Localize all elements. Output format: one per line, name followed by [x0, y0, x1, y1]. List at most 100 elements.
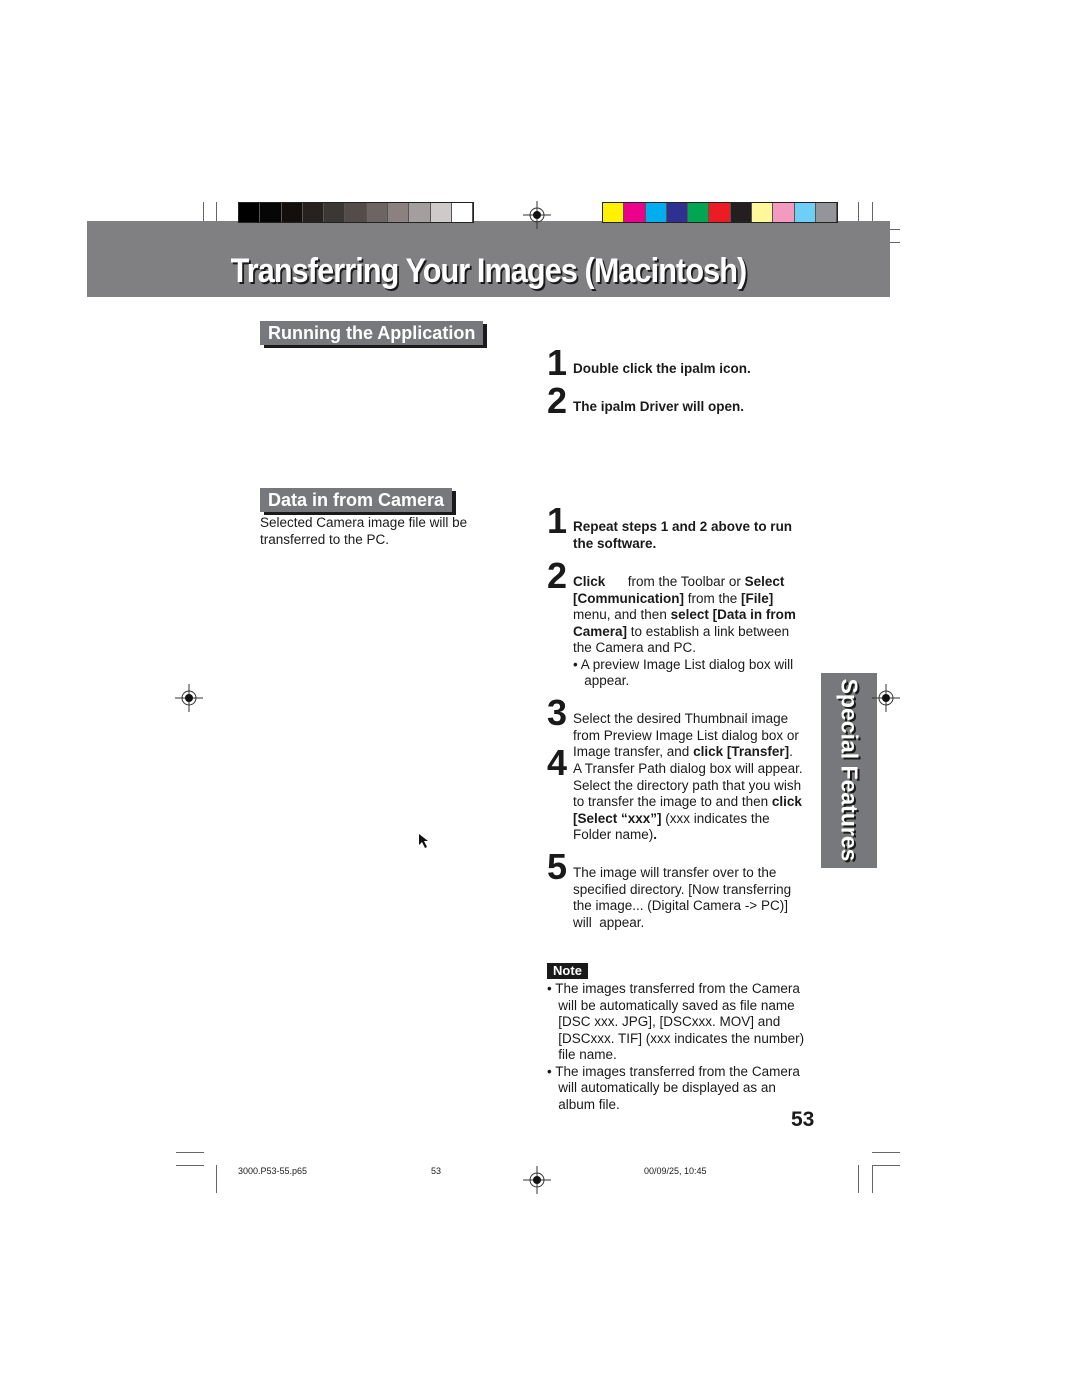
color-swatch	[624, 203, 646, 222]
mouse-cursor-icon	[419, 834, 428, 848]
text: to transfer the image to and then	[573, 794, 772, 809]
color-swatch	[451, 203, 474, 222]
text-line: Camera] to establish a link between	[573, 624, 796, 641]
text: • A preview Image List dialog box will	[573, 656, 794, 672]
color-swatch	[688, 203, 710, 222]
step-number: 3	[547, 692, 568, 733]
bold-text: The ipalm Driver will open.	[573, 399, 745, 414]
note-text: • The images transferred from the Camera…	[547, 981, 804, 1113]
color-swatch	[430, 203, 452, 222]
text: file name.	[547, 1047, 617, 1062]
text-line: [Select “xxx”] (xxx indicates the	[573, 811, 803, 828]
section-heading-running: Running the Application	[260, 321, 484, 345]
text-line: from Preview Image List dialog box or	[573, 728, 799, 745]
bold-text: click [Transfer]	[693, 744, 790, 759]
crop-mark	[216, 1165, 217, 1193]
text-line: Select the desired Thumbnail image	[573, 711, 799, 728]
process-color-bar	[602, 202, 839, 223]
text-line: The image will transfer over to the	[573, 865, 791, 882]
text: Image transfer, and	[573, 744, 694, 759]
page-title: Transferring Your Images (Macintosh)	[230, 252, 748, 290]
text: specified directory. [Now transferring	[573, 881, 792, 897]
color-swatch	[388, 203, 410, 222]
text-line: file name.	[547, 1047, 804, 1064]
color-swatch	[281, 203, 303, 222]
text-line: the Camera and PC.	[573, 640, 796, 657]
bold-text: click	[771, 794, 802, 809]
section-description: Selected Camera image file will be trans…	[260, 515, 467, 548]
text: from the Toolbar or	[605, 574, 745, 589]
text: The image will transfer over to the	[573, 865, 777, 880]
color-swatch	[239, 203, 261, 222]
color-swatch	[666, 203, 689, 222]
text-line: Folder name).	[573, 827, 803, 844]
text: • The images transferred from the Camera	[547, 981, 800, 996]
text-line: Double click the ipalm icon.	[573, 361, 751, 378]
grayscale-color-bar	[238, 202, 475, 223]
color-swatch	[815, 203, 838, 222]
step-text: Double click the ipalm icon.	[573, 361, 751, 378]
step-text: Select the desired Thumbnail image from P…	[573, 711, 799, 761]
page-number: 53	[791, 1108, 815, 1131]
text: will automatically be displayed as an	[547, 1080, 776, 1095]
text: from Preview Image List dialog box or	[573, 727, 799, 743]
bold-text: Camera]	[573, 623, 628, 639]
text: from the	[684, 590, 742, 606]
description-line: Selected Camera image file will be	[260, 515, 468, 530]
bold-text: Click	[573, 574, 606, 589]
crop-mark	[872, 1165, 900, 1166]
step-number: 1	[547, 342, 568, 383]
step-number: 2	[547, 555, 568, 596]
bold-text: Repeat steps 1 and 2 above to run	[573, 519, 793, 534]
bold-text: [Communication]	[573, 590, 684, 606]
text-line: appear.	[573, 673, 796, 690]
text-line: The ipalm Driver will open.	[573, 399, 744, 416]
crop-mark	[858, 1165, 859, 1193]
bold-text: the software.	[573, 535, 657, 551]
color-swatch	[345, 203, 367, 222]
step-text: Click from the Toolbar or Select [Communi…	[573, 574, 796, 690]
color-swatch	[752, 203, 774, 222]
text: the image... (Digital Camera -> PC)]	[573, 898, 788, 913]
text: Folder name)	[573, 827, 654, 842]
bold-text: Select	[744, 574, 785, 589]
crop-mark	[176, 1152, 204, 1153]
text-line: will appear.	[573, 915, 791, 932]
text-line: • The images transferred from the Camera	[547, 981, 804, 998]
note-label: Note	[547, 963, 588, 979]
text-line: Click from the Toolbar or Select	[573, 574, 796, 591]
bold-text: .	[653, 827, 658, 842]
text-line: [Communication] from the [File]	[573, 591, 796, 608]
text: appear.	[573, 673, 630, 688]
text: album file.	[547, 1096, 620, 1112]
text-line: Repeat steps 1 and 2 above to run	[573, 519, 792, 536]
description-line: transferred to the PC.	[260, 531, 390, 547]
text: the Camera and PC.	[573, 640, 697, 655]
crop-mark	[176, 1165, 204, 1166]
text-line: [DSCxxx. TIF] (xxx indicates the number)	[547, 1031, 804, 1048]
text: to establish a link between	[627, 623, 790, 639]
text-line: menu, and then select [Data in from	[573, 607, 796, 624]
text: menu, and then	[573, 607, 671, 622]
color-swatch	[645, 203, 667, 222]
color-swatch	[730, 203, 753, 222]
bold-text: select [Data in from	[670, 607, 796, 622]
text: • The images transferred from the Camera	[547, 1063, 800, 1079]
text-line: the image... (Digital Camera -> PC)]	[573, 898, 791, 915]
text-line: [DSC xxx. JPG], [DSCxxx. MOV] and	[547, 1014, 804, 1031]
text-line: • The images transferred from the Camera	[547, 1064, 804, 1081]
text-line: will be automatically saved as file name	[547, 998, 804, 1015]
text: .	[789, 744, 793, 759]
bold-text: [Select “xxx”]	[573, 810, 662, 826]
color-swatch	[366, 203, 389, 222]
text: A Transfer Path dialog box will appear.	[573, 761, 803, 776]
step-number: 4	[547, 742, 568, 783]
footer-timestamp: 00/09/25, 10:45	[644, 1166, 707, 1176]
text-line: to transfer the image to and then click	[573, 794, 803, 811]
footer-file: 3000.P53-55.p65	[238, 1166, 308, 1176]
step-number: 2	[547, 380, 568, 421]
crop-mark	[872, 1165, 873, 1193]
text-line: specified directory. [Now transferring	[573, 882, 791, 899]
text-line: Select the directory path that you wish	[573, 778, 803, 795]
color-swatch	[773, 203, 795, 222]
